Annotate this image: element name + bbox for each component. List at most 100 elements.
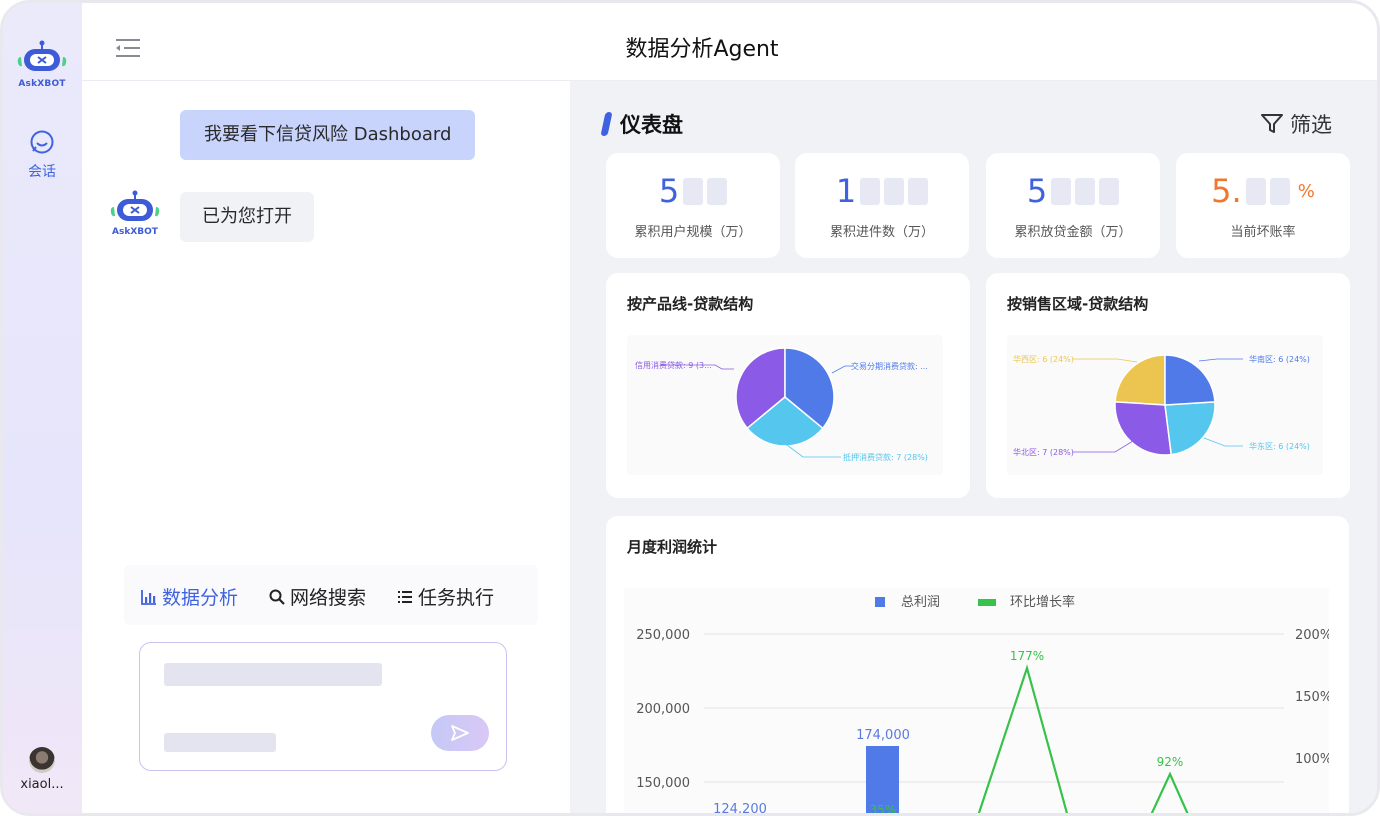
filter-icon [1261,114,1283,133]
app-logo[interactable]: AskXBOT [15,39,69,89]
card-title: 月度利润统计 [627,538,718,556]
y-tick-label: 250,000 [636,628,690,643]
masked-digit [1245,177,1266,205]
pie-chart-region: 华西区: 6 (24%) 华南区: 6 (24%) 华北区: 7 (28%) 华… [1013,354,1310,457]
pie-chart-area: 华西区: 6 (24%) 华南区: 6 (24%) 华北区: 7 (28%) 华… [1007,335,1323,475]
kpi-card-applications: 1 累积进件数（万） [795,153,969,258]
dashboard-panel: 仪表盘 筛选 5 累积用户规模（万） 1 累积进件数（万） 5 累积放贷金额（万… [570,81,1377,816]
kpi-value-text: 5. [1211,172,1242,210]
title-accent-bar [600,112,613,136]
kpi-card-users: 5 累积用户规模（万） [606,153,780,258]
bar-value-label: 124,200 [713,802,767,816]
send-button[interactable] [431,715,489,751]
y2-tick-label: 100% [1295,752,1329,767]
masked-digit [908,177,929,205]
slice-label: 交易分期消费贷款: ... [851,361,928,371]
input-placeholder-line [164,663,382,686]
slice-label: 华西区: 6 (24%) [1013,354,1074,364]
card-title: 按销售区域-贷款结构 [1007,295,1149,313]
dashboard-title: 仪表盘 [600,109,683,139]
line-value-label: 92% [1157,755,1184,769]
kpi-value-text: 5 [1026,172,1048,210]
nav-chat[interactable]: 会话 [15,129,69,181]
leader-line [831,365,853,374]
kpi-label: 累积进件数（万） [829,225,934,240]
avatar [29,747,55,773]
growth-line [1150,771,1189,813]
pie-slice-3 [1114,354,1166,406]
card-monthly-profit: 月度利润统计 总利润 环比增长率 250,000 200,000 150,000… [606,516,1349,816]
pie-chart-area: 信用消费贷款: 9 (3... 交易分期消费贷款: ... 抵押消费贷款: 7 … [627,335,943,475]
line-value-label: 177% [1010,649,1044,663]
bar-value-label: 174,000 [856,728,910,743]
slice-label: 华北区: 7 (28%) [1013,447,1074,457]
page-title: 数据分析Agent [625,37,779,62]
mode-task-execution[interactable]: 任务执行 [396,583,494,610]
kpi-value-text: 1 [835,172,857,210]
y-tick-label: 200,000 [636,702,690,717]
line-value-label: 35% [870,803,897,816]
y-tick-label: 150,000 [636,776,690,791]
kpi-value: 5 [986,172,1160,210]
user-name: xiaol... [20,777,64,792]
leader-line [1198,358,1243,362]
search-icon [269,589,285,605]
mode-selector: 数据分析 网络搜索 任务执行 [124,565,538,625]
card-title: 按产品线-贷款结构 [627,295,754,313]
mode-label: 网络搜索 [290,587,367,609]
legend-label: 总利润 [901,595,940,610]
leader-line [1203,437,1243,447]
leader-line [1073,358,1138,363]
mode-label: 数据分析 [162,587,239,609]
kpi-value: 5 [606,172,780,210]
kpi-card-bad-debt-rate: 5. % 当前坏账率 [1176,153,1350,258]
slice-label: 信用消费贷款: 9 (3... [635,360,712,370]
y2-tick-label: 150% [1295,690,1329,705]
legend-swatch-profit [875,597,885,607]
masked-digit [1051,177,1072,205]
dashboard-title-text: 仪表盘 [620,113,683,137]
message-input[interactable] [139,642,507,771]
user-profile[interactable]: xiaol... [9,747,75,792]
chat-bubble-icon [30,130,54,154]
kpi-label: 累积用户规模（万） [634,225,752,240]
leader-line [1073,440,1134,453]
kpi-value: 1 [795,172,969,210]
kpi-unit: % [1297,180,1315,202]
robot-logo-icon [110,190,160,221]
masked-digit [683,177,704,205]
slice-label: 华南区: 6 (24%) [1249,354,1310,364]
masked-digit [707,177,728,205]
kpi-label: 累积放贷金额（万） [1014,225,1132,240]
left-rail: AskXBOT 会话 xiaol... [3,3,82,813]
bot-name: AskXBOT [112,227,158,237]
mode-web-search[interactable]: 网络搜索 [268,583,366,610]
leader-line [786,444,841,458]
card-region-pie: 按销售区域-贷款结构 华西区: 6 (24%) 华南区: 6 (24%) 华北区… [986,273,1350,498]
monthly-chart-area: 总利润 环比增长率 250,000 200,000 150,000 200% 1… [624,588,1332,816]
brand-name: AskXBOT [18,79,66,89]
filter-button[interactable]: 筛选 [1260,109,1332,139]
monthly-profit-chart: 总利润 环比增长率 250,000 200,000 150,000 200% 1… [636,594,1332,816]
pie-chart-product: 信用消费贷款: 9 (3... 交易分期消费贷款: ... 抵押消费贷款: 7 … [635,347,928,462]
top-header: 数据分析Agent [82,3,1377,81]
task-list-icon [398,590,412,603]
masked-digit [1099,177,1120,205]
mode-data-analysis[interactable]: 数据分析 [140,583,238,610]
masked-digit [1269,177,1290,205]
masked-digit [1075,177,1096,205]
growth-line [977,664,1069,813]
kpi-value: 5. % [1176,172,1350,210]
pie-slice-1 [1164,401,1216,456]
chat-panel: 我要看下信贷风险 Dashboard AskXBOT 已为您打开 数据分析 网络… [82,81,570,813]
bot-avatar: AskXBOT [107,189,163,237]
bar-chart-icon [141,589,156,605]
masked-digit [884,177,905,205]
robot-logo-icon [17,40,67,71]
legend-label: 环比增长率 [1010,594,1075,610]
bot-message: 已为您打开 [180,192,314,242]
filter-label: 筛选 [1290,113,1332,137]
slice-label: 华东区: 6 (24%) [1249,441,1310,451]
kpi-value-text: 5 [658,172,680,210]
y2-tick-label: 200% [1295,628,1329,643]
